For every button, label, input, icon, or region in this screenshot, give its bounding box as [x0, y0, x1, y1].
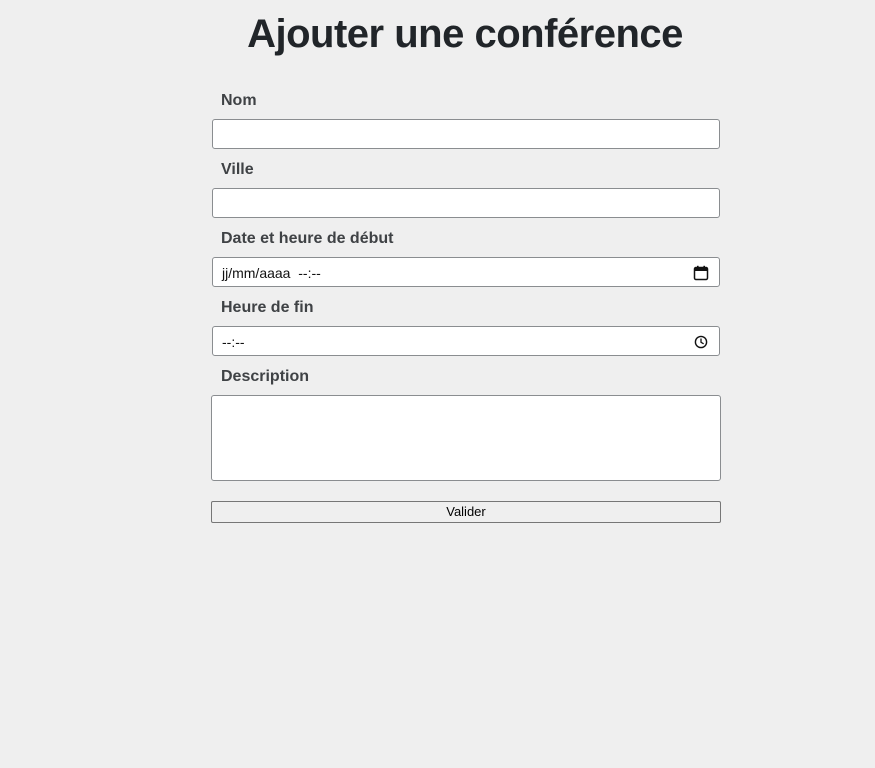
clock-icon[interactable]: [693, 334, 709, 350]
description-label: Description: [221, 368, 310, 385]
conference-form: Nom Ville Date et heure de début jj/mm/a…: [211, 86, 721, 523]
city-input[interactable]: [212, 188, 720, 218]
description-textarea[interactable]: [211, 395, 721, 481]
start-datetime-input[interactable]: jj/mm/aaaa --:--: [212, 257, 720, 287]
end-time-label: Heure de fin: [221, 299, 314, 316]
end-time-placeholder: --:--: [222, 334, 245, 350]
page-title: Ajouter une conférence: [247, 12, 683, 56]
name-label: Nom: [221, 92, 257, 109]
city-label: Ville: [221, 161, 254, 178]
end-time-input[interactable]: --:--: [212, 326, 720, 356]
start-datetime-placeholder: jj/mm/aaaa --:--: [222, 265, 321, 281]
start-datetime-label: Date et heure de début: [221, 230, 394, 247]
submit-button[interactable]: Valider: [211, 501, 721, 523]
name-input[interactable]: [212, 119, 720, 149]
calendar-icon[interactable]: [693, 265, 709, 281]
